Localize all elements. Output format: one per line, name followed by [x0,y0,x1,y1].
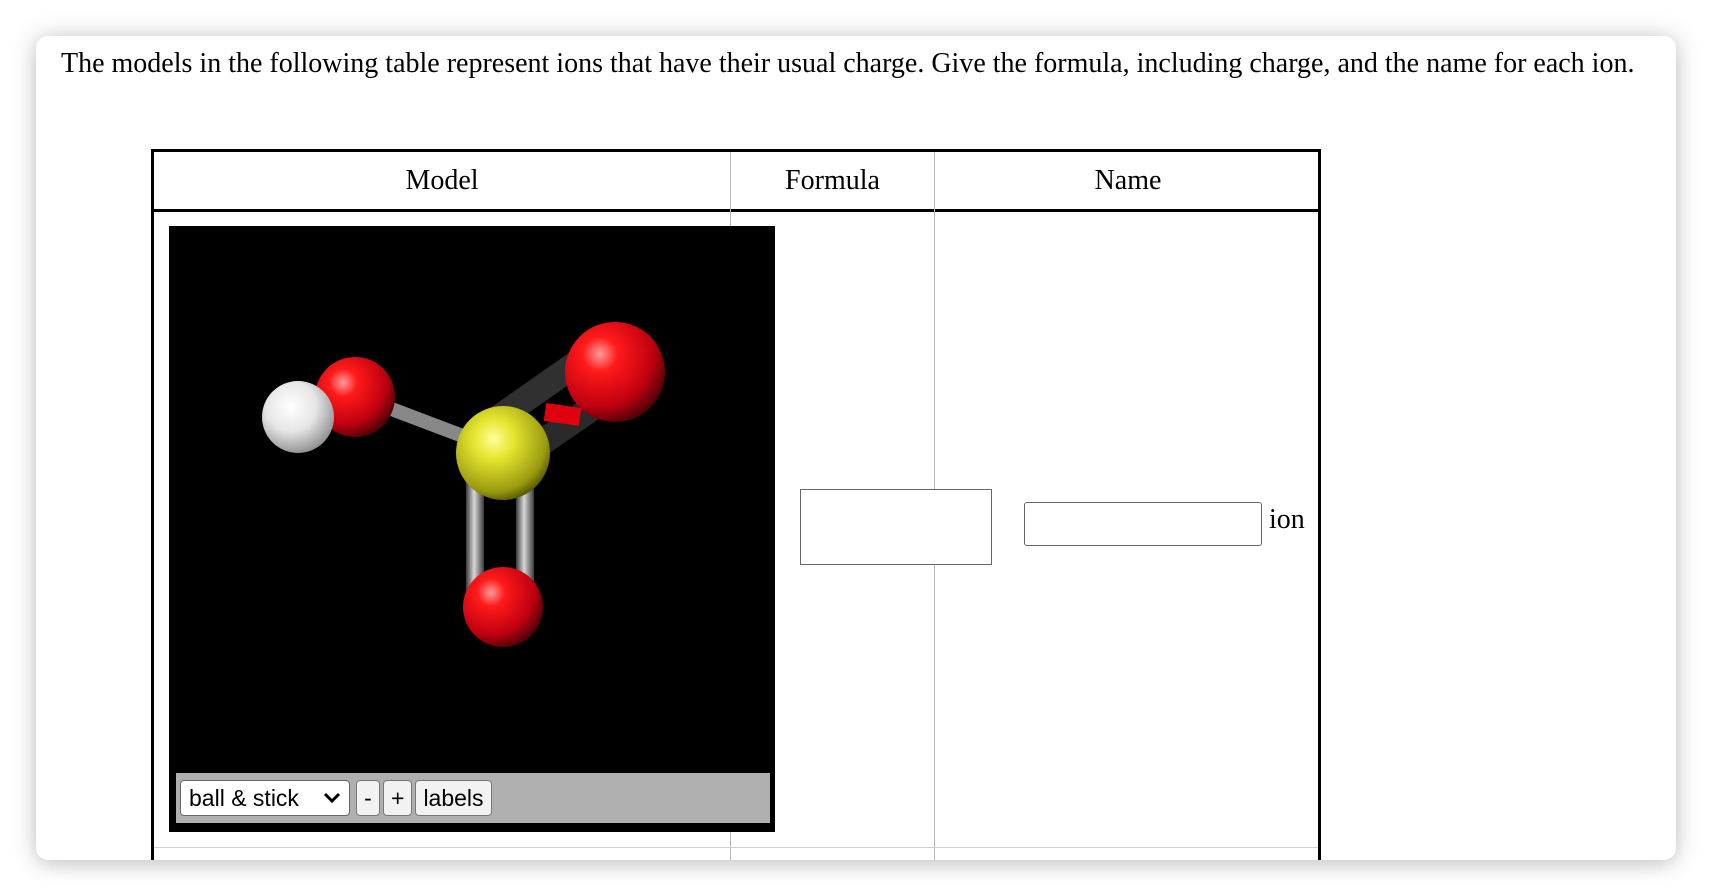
formula-input[interactable] [800,489,992,565]
bond-highlight [543,403,582,426]
header-formula: Formula [785,164,880,196]
oxygen-atom [565,322,665,422]
question-instructions: The models in the following table repres… [61,48,1635,79]
question-card: The models in the following table repres… [36,36,1676,860]
oxygen-atom [463,567,543,647]
style-select[interactable]: ball & stick [180,780,350,816]
viewer-controls-bar: ball & stick - + labels [176,773,770,823]
ion-suffix-label: ion [1269,504,1305,535]
row-divider [154,847,1318,848]
zoom-out-button[interactable]: - [356,780,380,816]
header-name: Name [1094,164,1162,196]
header-model: Model [405,164,479,196]
style-select-value: ball & stick [189,784,299,811]
name-input[interactable] [1024,502,1262,546]
sulfur-atom [456,406,550,500]
hydrogen-atom [262,381,334,453]
labels-button[interactable]: labels [415,780,492,816]
table-header-row: Model Formula Name [154,152,1318,212]
zoom-in-button[interactable]: + [383,780,413,816]
molecule-model-image[interactable] [170,227,774,767]
chevron-down-icon [323,792,341,804]
answer-table: Model Formula Name ball & stick - + labe… [151,149,1321,860]
molecule-viewer[interactable]: ball & stick - + labels [169,226,775,832]
